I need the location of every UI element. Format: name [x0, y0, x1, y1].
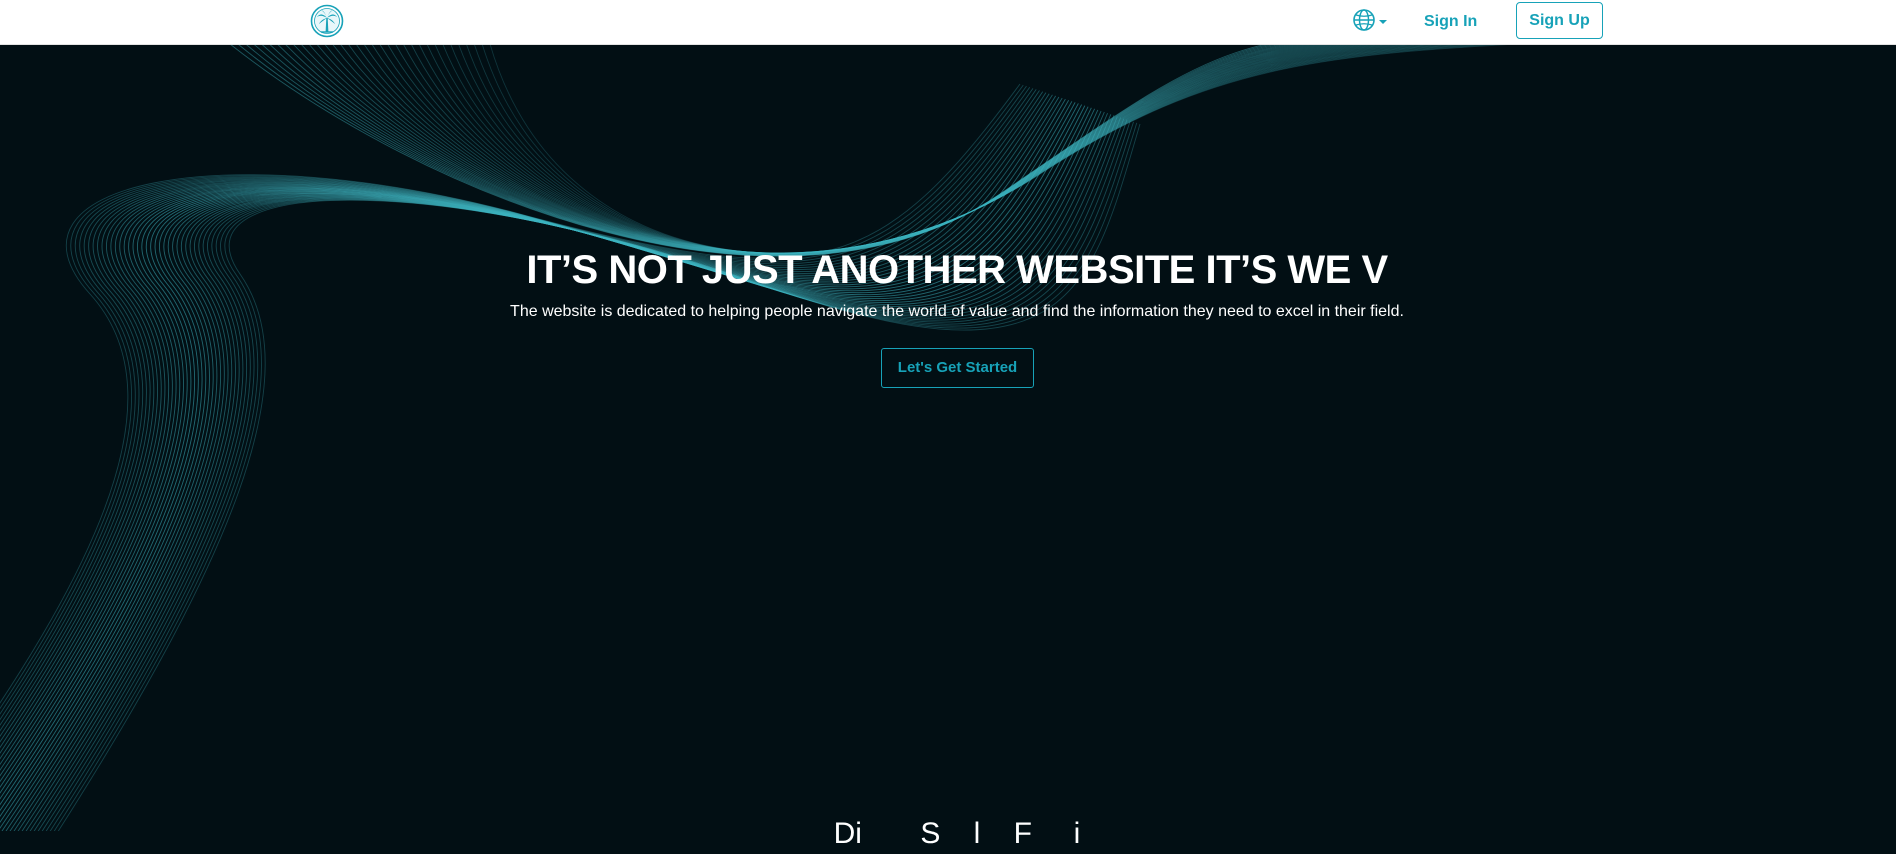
sign-in-link[interactable]: Sign In [1424, 11, 1477, 33]
globe-icon [1352, 8, 1376, 36]
hero-wave-background [0, 44, 1524, 831]
top-navbar: Sign In Sign Up [0, 0, 1896, 45]
sign-up-button[interactable]: Sign Up [1516, 2, 1603, 39]
hero-subtitle: The website is dedicated to helping peop… [510, 303, 1404, 320]
chevron-down-icon [1379, 20, 1387, 24]
next-section-heading: Di S l F i [833, 817, 1081, 850]
palm-tree-logo-icon[interactable] [310, 4, 344, 38]
get-started-button[interactable]: Let's Get Started [881, 348, 1034, 388]
wave-band-large [0, 83, 1141, 831]
wave-band-top [229, 44, 1524, 257]
hero-headline: IT’S NOT JUST ANOTHER WEBSITE IT’S WE V [526, 248, 1388, 292]
language-selector[interactable] [1352, 8, 1392, 36]
